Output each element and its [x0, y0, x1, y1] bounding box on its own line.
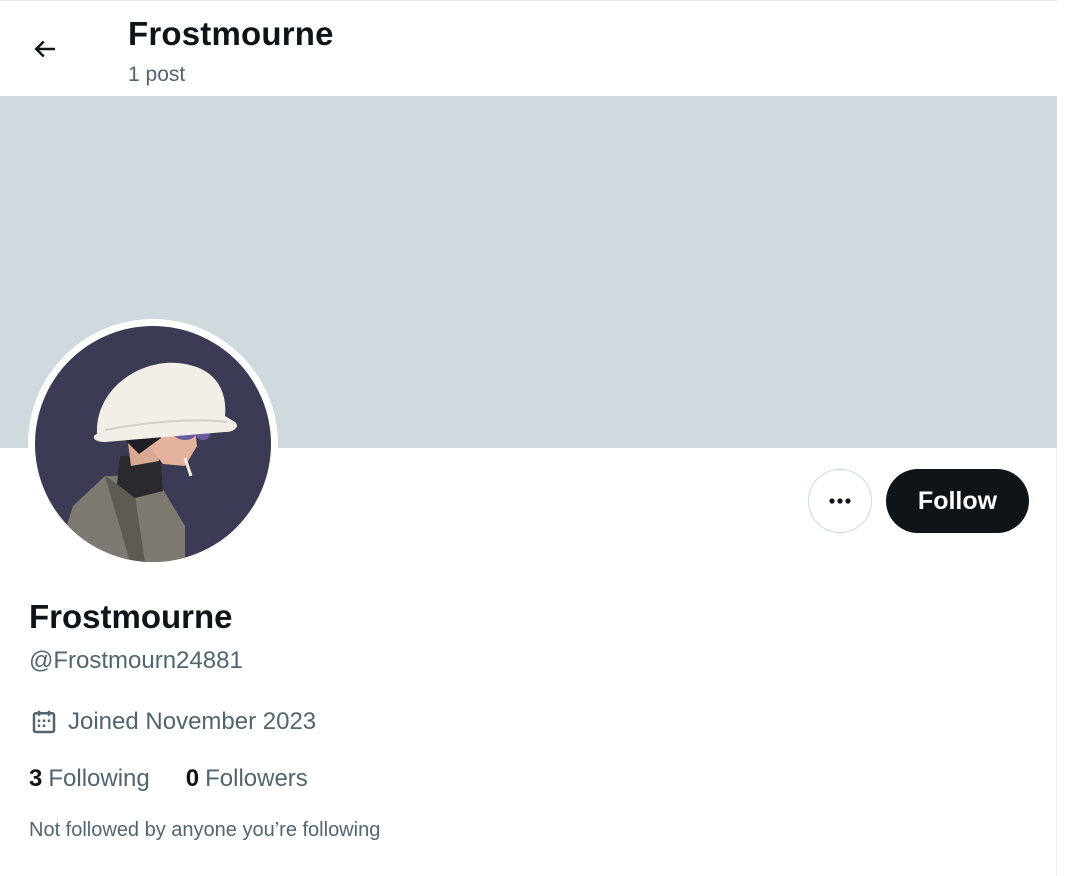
avatar[interactable]	[28, 319, 278, 569]
following-count: 3	[29, 765, 43, 792]
profile-header: Frostmourne 1 post	[0, 1, 1057, 96]
followers-label: Followers	[205, 765, 308, 792]
more-options-button[interactable]	[808, 469, 872, 533]
joined-text: Joined November 2023	[68, 708, 317, 735]
followers-count: 0	[185, 765, 200, 792]
profile-page: Frostmourne 1 post Follow Frostmourne @F…	[0, 0, 1080, 876]
avatar-illustration	[35, 326, 271, 562]
more-horizontal-icon	[829, 498, 851, 504]
followed-by-note: Not followed by anyone you’re following	[29, 819, 381, 841]
display-name: Frostmourne	[29, 598, 233, 635]
post-count: 1 post	[128, 63, 186, 86]
calendar-icon	[32, 710, 56, 734]
following-link[interactable]: 3 Following	[29, 765, 150, 793]
follow-button[interactable]: Follow	[886, 469, 1029, 533]
back-button[interactable]	[22, 26, 68, 72]
followers-link[interactable]: 0 Followers	[186, 765, 308, 793]
follow-stats: 3 Following 0 Followers	[29, 765, 308, 793]
header-title: Frostmourne	[128, 15, 334, 52]
following-label: Following	[48, 765, 150, 792]
user-handle: @Frostmourn24881	[29, 647, 243, 674]
main-column: Frostmourne 1 post Follow Frostmourne @F…	[0, 0, 1057, 876]
arrow-left-icon	[34, 40, 55, 58]
join-date: Joined November 2023	[29, 707, 316, 737]
